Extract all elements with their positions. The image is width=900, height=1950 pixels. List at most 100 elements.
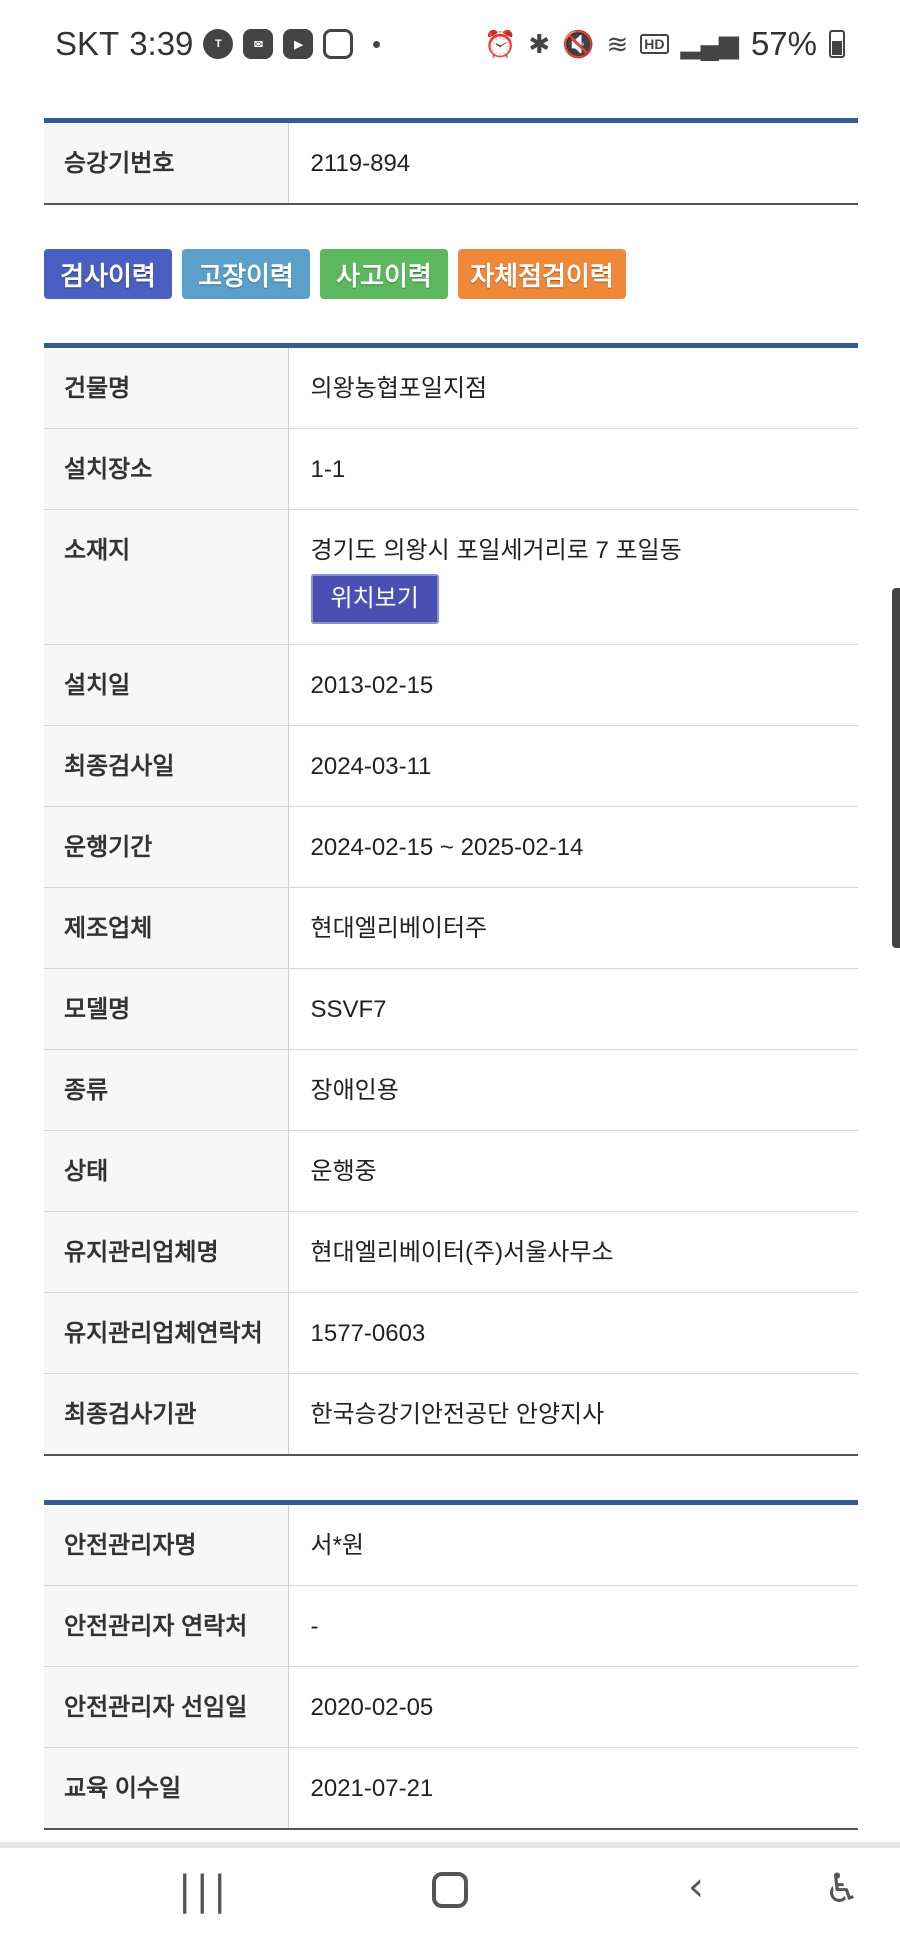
elevator-info-table: 건물명 의왕농협포일지점 설치장소 1-1 소재지 경기도 의왕시 포일세거리로 7 포일… — [44, 343, 858, 1456]
field-value-text: 2021-07-21 — [310, 1775, 434, 1802]
status-right: ⏰ ✱ 🔇 ≋ HD ▂▄▆ 57% — [484, 25, 845, 63]
field-value: - — [288, 1585, 858, 1667]
field-label: 승강기번호 — [44, 120, 289, 204]
scroll-handle[interactable] — [892, 588, 900, 948]
field-value: 2020-02-05 — [288, 1666, 858, 1748]
field-label: 건물명 — [44, 345, 289, 429]
clock: 3:39 — [129, 25, 194, 62]
field-value-text: 운행중 — [310, 1158, 377, 1185]
field-label: 안전관리자명 — [44, 1502, 289, 1586]
field-value-text: 장애인용 — [310, 1077, 399, 1104]
field-label: 상태 — [44, 1130, 289, 1212]
field-value-text: 한국승강기안전공단 안양지사 — [310, 1401, 605, 1428]
carrier-label: SKT — [55, 25, 120, 62]
alarm-icon: ⏰ — [483, 28, 517, 59]
main-table-row: 건물명 의왕농협포일지점 — [44, 345, 858, 429]
field-value-text: 2024-03-11 — [310, 753, 432, 780]
more-notifications-icon — [373, 40, 381, 48]
navigation-bar: ||| ‹ ♿ — [0, 1842, 900, 1950]
field-label: 모델명 — [44, 968, 289, 1050]
field-value: 현대엘리베이터주 — [288, 887, 858, 969]
history-button-0[interactable]: 검사이력 — [44, 249, 172, 299]
main-table-row: 제조업체 현대엘리베이터주 — [44, 887, 858, 969]
battery-icon — [829, 30, 845, 58]
field-label: 설치일 — [44, 644, 289, 726]
youtube-icon: ▶ — [283, 29, 314, 59]
history-button-3[interactable]: 자체점검이력 — [458, 249, 626, 299]
field-value: 1577-0603 — [288, 1292, 858, 1374]
signal-icon: ▂▄▆ — [680, 28, 739, 59]
field-value: 장애인용 — [288, 1049, 858, 1131]
field-value-text: 경기도 의왕시 포일세거리로 7 포일동 — [310, 537, 682, 564]
history-button-2[interactable]: 사고이력 — [320, 249, 448, 299]
main-table-row: 상태 운행중 — [44, 1130, 858, 1212]
view-location-button[interactable]: 위치보기 — [310, 574, 439, 624]
field-label: 유지관리업체연락처 — [44, 1292, 289, 1374]
main-table-row: 모델명 SSVF7 — [44, 968, 858, 1050]
field-label: 제조업체 — [44, 887, 289, 969]
main-table-row: 최종검사기관 한국승강기안전공단 안양지사 — [44, 1373, 858, 1455]
status-bar: SKT 3:39 T ✉ ▶ ⏰ ✱ 🔇 ≋ HD ▂▄▆ 57% — [0, 0, 900, 88]
field-value-text: 1-1 — [310, 456, 346, 483]
field-label: 교육 이수일 — [44, 1747, 289, 1829]
field-label: 운행기간 — [44, 806, 289, 888]
recent-apps-icon[interactable]: ||| — [178, 1868, 230, 1914]
field-label: 최종검사일 — [44, 725, 289, 807]
history-button-1[interactable]: 고장이력 — [182, 249, 310, 299]
field-value: 2024-03-11 — [288, 725, 858, 807]
field-label: 소재지 — [44, 509, 289, 645]
back-icon[interactable]: ‹ — [688, 1864, 704, 1910]
home-icon[interactable] — [432, 1872, 468, 1908]
field-label: 안전관리자 연락처 — [44, 1585, 289, 1667]
status-left: SKT 3:39 T ✉ ▶ — [55, 25, 381, 63]
field-value-text: 2119-894 — [310, 150, 411, 177]
field-value: 현대엘리베이터(주)서울사무소 — [288, 1211, 858, 1293]
main-table-row: 최종검사일 2024-03-11 — [44, 725, 858, 807]
hd-voice-icon: HD — [640, 34, 669, 54]
main-table-row: 소재지 경기도 의왕시 포일세거리로 7 포일동 위치보기 — [44, 509, 858, 645]
nav-divider — [0, 1842, 900, 1848]
accessibility-icon[interactable]: ♿ — [824, 1866, 860, 1912]
field-value-text: 현대엘리베이터주 — [310, 915, 488, 942]
mute-icon: 🔇 — [562, 28, 595, 59]
field-value: 2021-07-21 — [288, 1747, 858, 1829]
main-table-row: 유지관리업체명 현대엘리베이터(주)서울사무소 — [44, 1211, 858, 1293]
wifi-icon: ≋ — [606, 28, 629, 59]
top-table-row: 승강기번호 2119-894 — [44, 120, 858, 205]
battery-percent: 57% — [750, 25, 817, 62]
talk-icon: T — [203, 29, 234, 59]
field-value-text: 1577-0603 — [310, 1320, 426, 1347]
safety-table-row: 안전관리자 선임일 2020-02-05 — [44, 1666, 858, 1748]
field-label: 최종검사기관 — [44, 1373, 289, 1455]
main-table-row: 설치장소 1-1 — [44, 428, 858, 510]
field-value: 2119-894 — [288, 121, 858, 205]
elevator-number-table: 승강기번호 2119-894 — [44, 118, 858, 205]
field-value: SSVF7 — [288, 968, 858, 1050]
main-table-row: 설치일 2013-02-15 — [44, 644, 858, 726]
main-table-row: 운행기간 2024-02-15 ~ 2025-02-14 — [44, 806, 858, 888]
field-value-text: 2020-02-05 — [310, 1694, 434, 1721]
safety-manager-table: 안전관리자명 서*원 안전관리자 연락처 - 안전관리자 선임일 2020-02-05 교육… — [44, 1500, 858, 1830]
field-value-text: 2013-02-15 — [310, 672, 434, 699]
field-value: 의왕농협포일지점 — [288, 346, 858, 429]
mail-icon: ✉ — [243, 29, 274, 59]
content: 승강기번호 2119-894 검사이력 고장이력 사고이력 자체점검이력 건물명 의왕농협… — [44, 88, 858, 1950]
history-button-row: 검사이력 고장이력 사고이력 자체점검이력 — [44, 249, 858, 299]
field-value: 운행중 — [288, 1130, 858, 1212]
bluetooth-icon: ✱ — [528, 28, 551, 59]
field-value-text: SSVF7 — [310, 996, 387, 1023]
field-value-text: 2024-02-15 ~ 2025-02-14 — [310, 834, 584, 861]
safety-table-row: 안전관리자명 서*원 — [44, 1502, 858, 1586]
field-label: 종류 — [44, 1049, 289, 1131]
battery-fill — [832, 41, 842, 55]
field-value: 한국승강기안전공단 안양지사 — [288, 1373, 858, 1455]
field-value: 1-1 — [288, 428, 858, 510]
field-value: 2024-02-15 ~ 2025-02-14 — [288, 806, 858, 888]
safety-table-row: 교육 이수일 2021-07-21 — [44, 1747, 858, 1829]
field-value-text: - — [310, 1613, 319, 1640]
field-label: 유지관리업체명 — [44, 1211, 289, 1293]
field-value: 2013-02-15 — [288, 644, 858, 726]
field-label: 안전관리자 선임일 — [44, 1666, 289, 1748]
field-value: 경기도 의왕시 포일세거리로 7 포일동위치보기 — [288, 509, 858, 645]
field-value-text: 현대엘리베이터(주)서울사무소 — [310, 1239, 614, 1266]
